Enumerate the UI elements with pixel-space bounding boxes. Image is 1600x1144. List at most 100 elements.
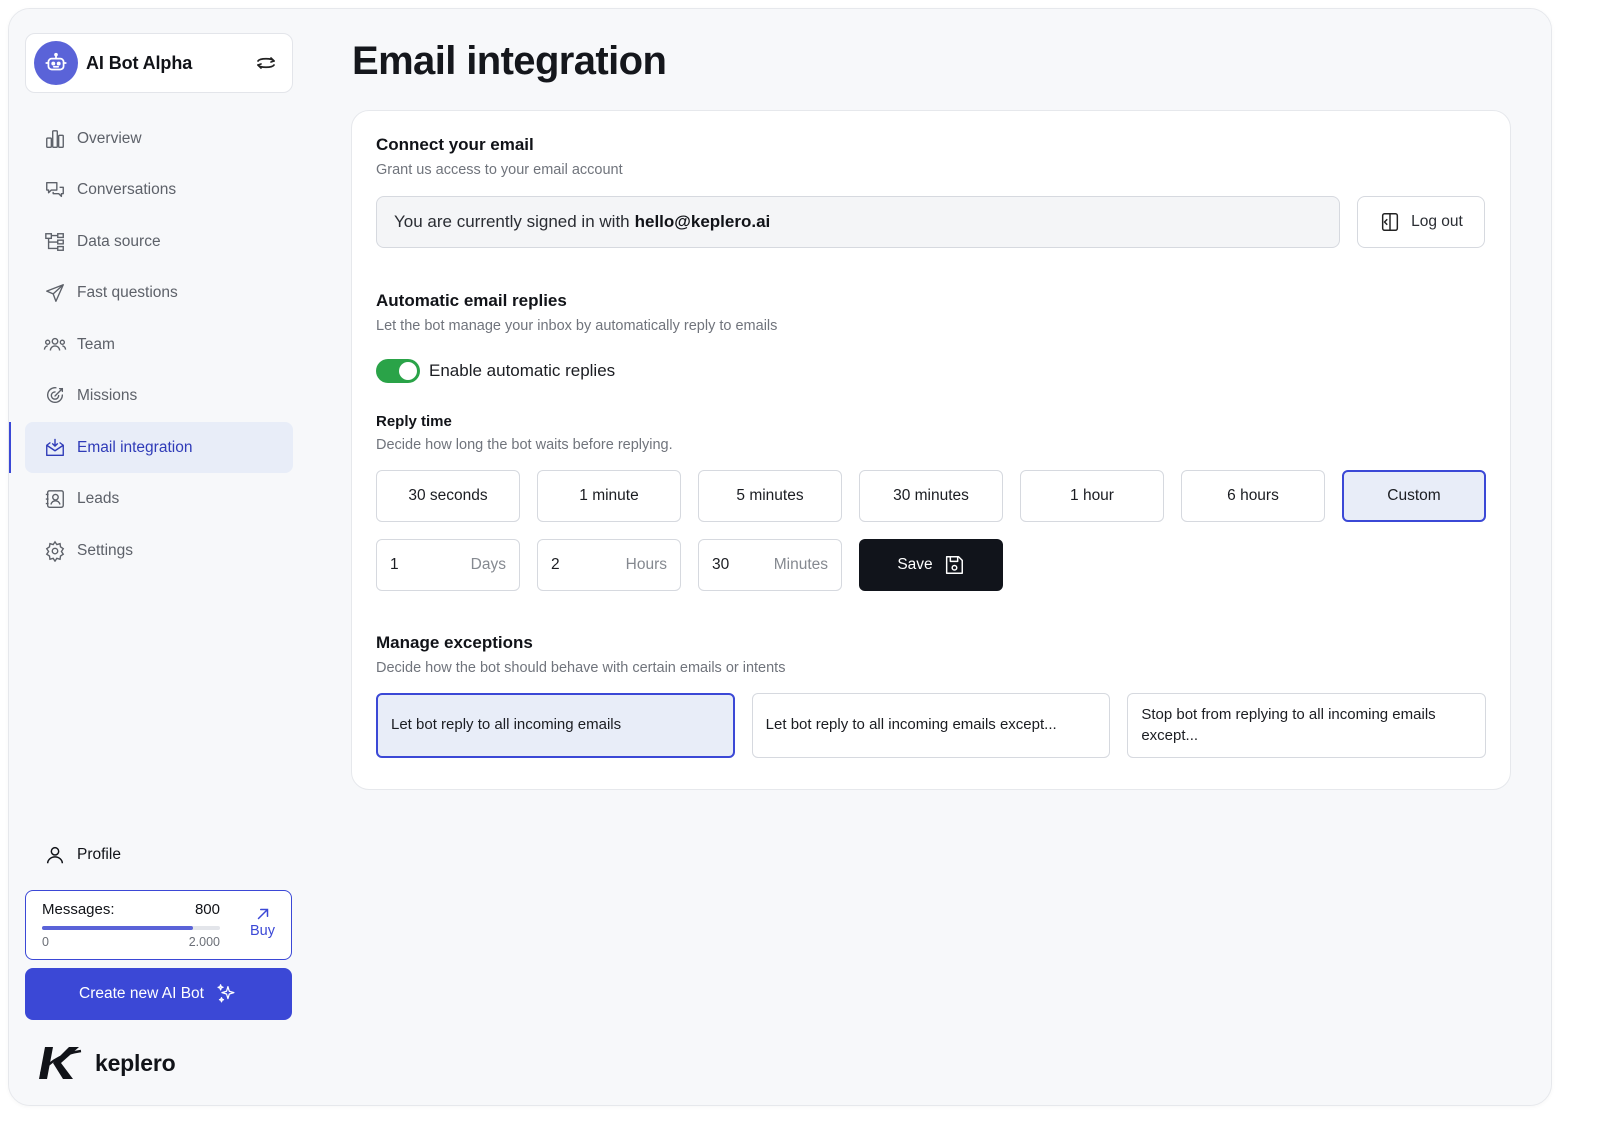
sidebar-item-label: Conversations — [77, 181, 177, 198]
reply-time-title: Reply time — [376, 413, 452, 430]
bot-avatar — [34, 41, 78, 85]
gear-icon — [43, 539, 67, 563]
minutes-input[interactable]: 30 Minutes — [698, 539, 842, 591]
exceptions-title: Manage exceptions — [376, 633, 533, 652]
custom-time-inputs: 1 Days 2 Hours 30 Minutes Save — [376, 539, 1486, 591]
sidebar-item-label: Email integration — [77, 438, 193, 456]
user-icon — [43, 843, 67, 867]
app-window: AI Bot Alpha Overview Conversations Data… — [8, 8, 1552, 1106]
sidebar-item-label: Overview — [77, 129, 142, 147]
sidebar: AI Bot Alpha Overview Conversations Data… — [9, 9, 309, 1105]
sidebar-item-label: Data source — [77, 232, 161, 250]
days-value: 1 — [390, 556, 399, 573]
create-bot-button[interactable]: Create new AI Bot — [25, 968, 292, 1020]
exception-option[interactable]: Let bot reply to all incoming emails exc… — [751, 693, 1111, 758]
robot-icon — [45, 52, 67, 71]
bot-selector[interactable]: AI Bot Alpha — [25, 33, 293, 93]
paper-plane-icon — [43, 281, 67, 305]
auto-replies-subtitle: Let the bot manage your inbox by automat… — [376, 318, 778, 334]
reply-time-subtitle: Decide how long the bot waits before rep… — [376, 437, 673, 453]
bot-name: AI Bot Alpha — [86, 52, 193, 73]
email-settings-card: Connect your email Grant us access to yo… — [351, 110, 1511, 790]
sidebar-item-settings[interactable]: Settings — [25, 525, 293, 576]
page-title: Email integration — [352, 39, 667, 83]
exception-option[interactable]: Stop bot from replying to all incoming e… — [1127, 693, 1487, 758]
main-content: Email integration Connect your email Gra… — [309, 9, 1551, 1105]
message-usage-card: Messages: 800 0 2.000 Buy — [25, 890, 292, 960]
buy-button[interactable]: Buy — [250, 905, 275, 939]
logout-icon — [1379, 211, 1401, 233]
profile-label: Profile — [77, 846, 121, 863]
reply-time-option[interactable]: 6 hours — [1181, 470, 1325, 522]
logout-label: Log out — [1411, 213, 1463, 230]
reply-time-option[interactable]: 30 minutes — [859, 470, 1003, 522]
contact-card-icon — [43, 487, 67, 511]
auto-replies-toggle[interactable] — [376, 359, 420, 383]
save-button[interactable]: Save — [859, 539, 1003, 591]
connect-subtitle: Grant us access to your email account — [376, 162, 623, 178]
usage-min: 0 — [42, 935, 49, 949]
brand-logo: keplero — [39, 1043, 176, 1083]
logout-button[interactable]: Log out — [1357, 196, 1485, 248]
sidebar-item-missions[interactable]: Missions — [25, 371, 293, 422]
save-label: Save — [897, 556, 933, 573]
chart-bar-icon — [43, 127, 67, 151]
signed-in-email: hello@keplero.ai — [634, 212, 771, 231]
signed-in-prefix: You are currently signed in with — [394, 212, 630, 231]
auto-replies-title: Automatic email replies — [376, 291, 567, 310]
exceptions-section: Manage exceptions Decide how the bot sho… — [376, 633, 1487, 758]
usage-progress-bar — [42, 926, 220, 930]
chat-bubbles-icon — [43, 178, 67, 202]
sidebar-item-label: Settings — [77, 541, 134, 559]
create-bot-label: Create new AI Bot — [79, 985, 204, 1002]
sidebar-item-conversations[interactable]: Conversations — [25, 165, 293, 216]
sidebar-item-team[interactable]: Team — [25, 319, 293, 370]
reply-time-options: 30 seconds 1 minute 5 minutes 30 minutes… — [376, 470, 1486, 522]
mail-icon — [43, 436, 67, 460]
usage-progress-fill — [42, 926, 194, 930]
signed-in-status: You are currently signed in with hello@k… — [376, 196, 1340, 248]
days-input[interactable]: 1 Days — [376, 539, 520, 591]
usage-label: Messages: — [42, 901, 115, 918]
buy-label: Buy — [250, 923, 275, 939]
minutes-unit: Minutes — [773, 556, 828, 573]
days-unit: Days — [470, 556, 506, 573]
auto-replies-toggle-label: Enable automatic replies — [429, 361, 616, 380]
reply-time-option[interactable]: 30 seconds — [376, 470, 520, 522]
sidebar-item-fast-questions[interactable]: Fast questions — [25, 268, 293, 319]
team-icon — [43, 333, 67, 357]
exceptions-subtitle: Decide how the bot should behave with ce… — [376, 660, 786, 676]
hours-value: 2 — [551, 556, 560, 573]
exception-options: Let bot reply to all incoming emails Let… — [376, 693, 1487, 758]
profile-link[interactable]: Profile — [25, 835, 121, 875]
sidebar-item-overview[interactable]: Overview — [25, 113, 293, 164]
connect-title: Connect your email — [376, 135, 534, 154]
auto-replies-section: Automatic email replies Let the bot mana… — [376, 291, 1486, 383]
hierarchy-icon — [43, 230, 67, 254]
exception-option[interactable]: Let bot reply to all incoming emails — [376, 693, 735, 758]
sidebar-nav: Overview Conversations Data source Fast … — [9, 113, 293, 576]
minutes-value: 30 — [712, 556, 730, 573]
reply-time-option-custom[interactable]: Custom — [1342, 470, 1486, 522]
connect-section: Connect your email Grant us access to yo… — [376, 135, 1486, 248]
usage-max: 2.000 — [188, 935, 220, 949]
arrow-up-right-icon — [257, 908, 268, 920]
hours-input[interactable]: 2 Hours — [537, 539, 681, 591]
keplero-logo-icon — [39, 1047, 82, 1079]
reply-time-option[interactable]: 1 hour — [1020, 470, 1164, 522]
switch-bot-icon[interactable] — [252, 49, 280, 77]
reply-time-section: Reply time Decide how long the bot waits… — [376, 413, 1486, 591]
sidebar-item-email-integration[interactable]: Email integration — [9, 422, 293, 473]
sidebar-item-label: Missions — [77, 387, 138, 404]
floppy-disk-icon — [943, 554, 965, 576]
hours-unit: Hours — [625, 556, 667, 573]
sparkles-icon — [216, 983, 238, 1005]
sidebar-item-label: Fast questions — [77, 284, 178, 301]
reply-time-option[interactable]: 1 minute — [537, 470, 681, 522]
sidebar-item-label: Team — [77, 335, 115, 353]
sidebar-item-data-source[interactable]: Data source — [25, 216, 293, 267]
usage-current: 800 — [194, 901, 220, 918]
brand-name: keplero — [95, 1049, 176, 1076]
reply-time-option[interactable]: 5 minutes — [698, 470, 842, 522]
sidebar-item-leads[interactable]: Leads — [25, 474, 293, 525]
